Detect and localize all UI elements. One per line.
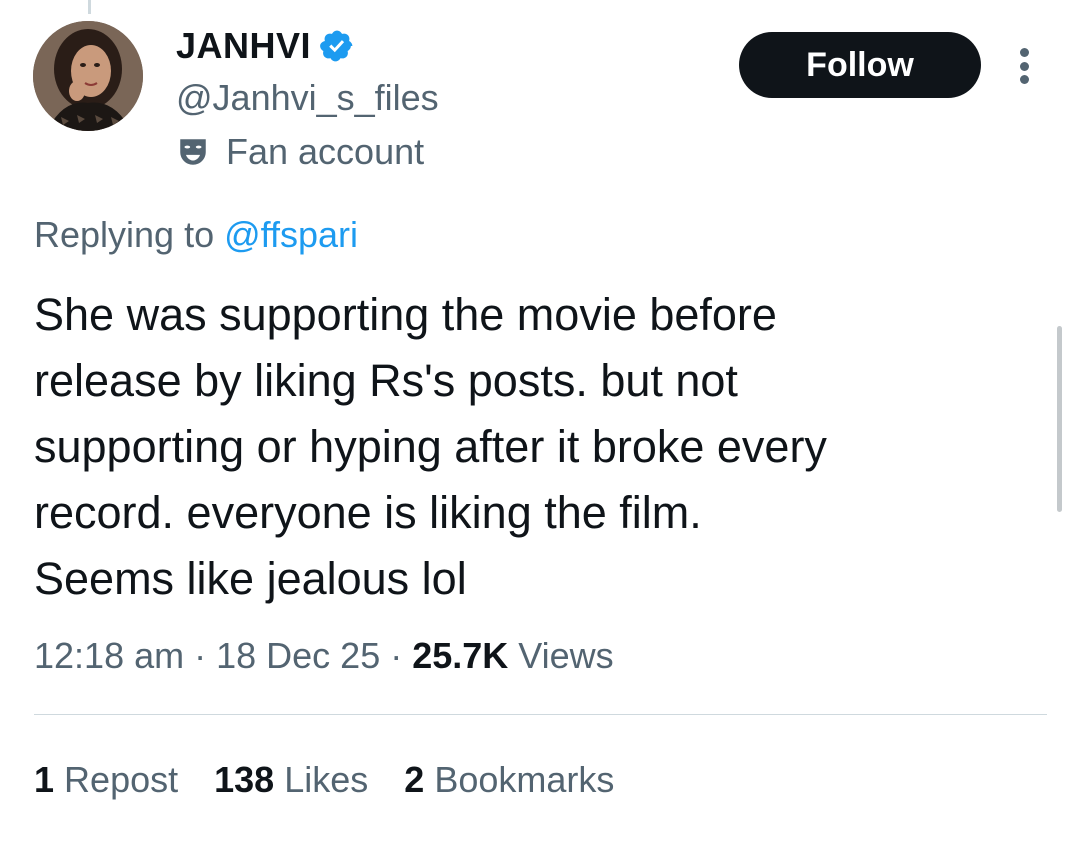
- tweet-detail: JANHVI @Janhvi_s_files Fan account Follo…: [0, 0, 1079, 850]
- meta-separator: ·: [184, 635, 217, 676]
- follow-button[interactable]: Follow: [739, 32, 981, 98]
- views-count[interactable]: 25.7K: [412, 635, 508, 676]
- account-label-text: Fan account: [226, 131, 425, 172]
- meta-separator: ·: [380, 635, 413, 676]
- replying-to: Replying to @ffspari: [34, 212, 358, 258]
- bookmarks-stat[interactable]: 2 Bookmarks: [404, 756, 614, 804]
- tweet-text-line: She was supporting the movie before: [34, 289, 777, 340]
- verified-badge-icon: [319, 28, 355, 64]
- repost-label: Repost: [64, 759, 179, 800]
- scrollbar[interactable]: [1057, 326, 1062, 512]
- divider: [34, 714, 1047, 715]
- more-dot: [1019, 75, 1029, 84]
- tweet-text: She was supporting the movie before rele…: [34, 282, 994, 612]
- account-label: Fan account: [176, 130, 424, 174]
- tweet-text-line: release by liking Rs's posts. but not: [34, 355, 738, 406]
- tweet-text-line: Seems like jealous lol: [34, 553, 467, 604]
- views-label[interactable]: Views: [508, 635, 613, 676]
- bookmarks-count: 2: [404, 759, 425, 800]
- thread-connector-line: [88, 0, 91, 14]
- likes-label: Likes: [284, 759, 369, 800]
- bookmarks-label: Bookmarks: [434, 759, 615, 800]
- theater-mask-icon: [176, 135, 210, 169]
- replying-prefix: Replying to: [34, 214, 225, 255]
- tweet-text-line: record. everyone is liking the film.: [34, 487, 702, 538]
- tweet-meta: 12:18 am · 18 Dec 25 · 25.7K Views: [34, 632, 614, 680]
- tweet-time[interactable]: 12:18 am: [34, 635, 184, 676]
- likes-count: 138: [214, 759, 275, 800]
- tweet-text-line: supporting or hyping after it broke ever…: [34, 421, 827, 472]
- avatar[interactable]: [33, 21, 143, 131]
- tweet-date[interactable]: 18 Dec 25: [216, 635, 380, 676]
- repost-count: 1: [34, 759, 55, 800]
- author-name[interactable]: JANHVI: [176, 24, 355, 68]
- repost-stat[interactable]: 1 Repost: [34, 756, 178, 804]
- likes-stat[interactable]: 138 Likes: [214, 756, 368, 804]
- more-dot: [1019, 61, 1029, 71]
- author-handle[interactable]: @Janhvi_s_files: [176, 76, 439, 120]
- author-display-name: JANHVI: [176, 25, 312, 66]
- more-options-icon[interactable]: [1012, 44, 1036, 88]
- more-dot: [1019, 48, 1029, 57]
- engagement-stats: 1 Repost 138 Likes 2 Bookmarks: [34, 756, 614, 804]
- replying-to-handle-link[interactable]: @ffspari: [224, 214, 358, 255]
